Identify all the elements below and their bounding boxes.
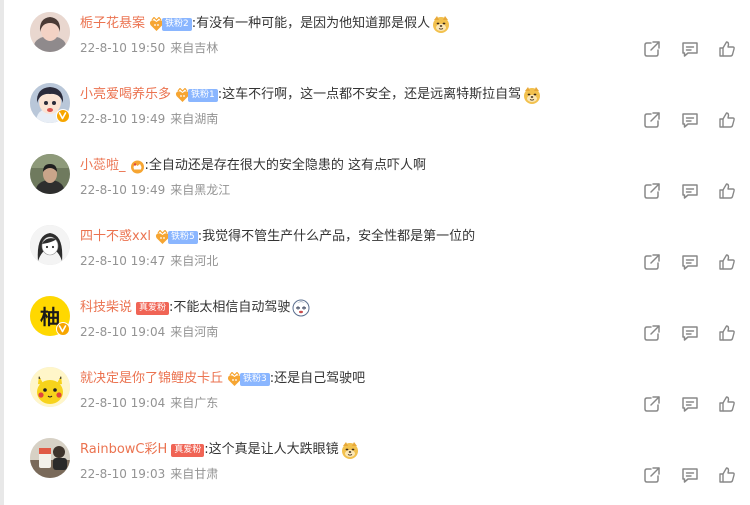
- comment-location: 来自黑龙江: [170, 183, 231, 197]
- comment-item: 就决定是你了锦鲤皮卡丘 铁粉3:还是自己驾驶吧 22-8-10 19:04 来自广东: [0, 355, 750, 426]
- comment-meta: 22-8-10 19:49 来自湖南: [80, 110, 218, 128]
- comment-text: :这车不行啊，这一点都不安全，还是远离特斯拉自驾: [217, 87, 522, 102]
- share-icon[interactable]: [642, 39, 662, 59]
- sketch-girl-avatar[interactable]: [30, 225, 70, 265]
- comment-date: 22-8-10 19:04: [80, 396, 166, 410]
- comment-location: 来自甘肃: [170, 467, 219, 481]
- reply-icon[interactable]: [680, 181, 700, 201]
- reply-icon[interactable]: [680, 39, 700, 59]
- like-icon[interactable]: [717, 181, 737, 201]
- reply-icon[interactable]: [680, 465, 700, 485]
- comment-actions: [642, 394, 742, 414]
- comment-date: 22-8-10 19:47: [80, 254, 166, 268]
- share-icon[interactable]: [642, 394, 662, 414]
- comment-header: RainbowC彩H 真爱粉:这个真是让人大跌眼镜: [80, 440, 359, 460]
- like-icon[interactable]: [717, 465, 737, 485]
- comment-item: 小蕊啦_ :全自动还是存在很大的安全隐患的 这有点吓人啊 22-8-10 19:49…: [0, 142, 750, 213]
- comment-location: 来自吉林: [170, 41, 219, 55]
- comment-header: 小亮爱喝养乐多 铁粉1:这车不行啊，这一点都不安全，还是远离特斯拉自驾: [80, 85, 541, 105]
- woman-avatar[interactable]: [30, 12, 70, 52]
- comment-text: :全自动还是存在很大的安全隐患的 这有点吓人啊: [144, 158, 427, 173]
- reply-icon[interactable]: [680, 394, 700, 414]
- share-icon[interactable]: [642, 181, 662, 201]
- like-icon[interactable]: [717, 252, 737, 272]
- comment-date: 22-8-10 19:04: [80, 325, 166, 339]
- fan-level-badge[interactable]: 铁粉5: [168, 230, 198, 244]
- true-fan-badge[interactable]: 真爱粉: [136, 301, 170, 315]
- fan-crown-icon: [130, 159, 145, 174]
- comment-text: :有没有一种可能，是因为他知道那是假人: [191, 16, 431, 31]
- person-avatar[interactable]: [30, 154, 70, 194]
- verified-badge-icon: [56, 109, 70, 123]
- reply-icon[interactable]: [680, 110, 700, 130]
- username[interactable]: 小蕊啦_: [80, 156, 126, 176]
- comment-location: 来自广东: [170, 396, 219, 410]
- comment-text: :不能太相信自动驾驶: [169, 300, 291, 315]
- comment-text: :还是自己驾驶吧: [269, 371, 366, 386]
- fan-level-badge[interactable]: 铁粉2: [162, 17, 192, 31]
- comment-item: 柚科技柴说 真爱粉:不能太相信自动驾驶 22-8-10 19:04 来自河南: [0, 284, 750, 355]
- username[interactable]: 科技柴说: [80, 298, 132, 318]
- pikachu-avatar[interactable]: [30, 367, 70, 407]
- comment-actions: [642, 252, 742, 272]
- comment-meta: 22-8-10 19:49 来自黑龙江: [80, 181, 230, 199]
- comment-location: 来自湖南: [170, 112, 219, 126]
- comment-location: 来自河北: [170, 254, 219, 268]
- verified-badge-icon: [56, 322, 70, 336]
- fan-level-badge[interactable]: 铁粉1: [188, 88, 218, 102]
- username[interactable]: RainbowC彩H: [80, 440, 167, 460]
- comment-actions: [642, 323, 742, 343]
- photo-avatar[interactable]: [30, 438, 70, 478]
- comment-item: 四十不惑xxl 铁粉5:我觉得不管生产什么产品，安全性都是第一位的 22-8-10 …: [0, 213, 750, 284]
- comment-meta: 22-8-10 19:50 来自吉林: [80, 39, 218, 57]
- reply-icon[interactable]: [680, 252, 700, 272]
- doge-emoji-icon: [432, 15, 450, 33]
- comment-text: :我觉得不管生产什么产品，安全性都是第一位的: [197, 229, 476, 244]
- comment-item: 小亮爱喝养乐多 铁粉1:这车不行啊，这一点都不安全，还是远离特斯拉自驾 22-8-1…: [0, 71, 750, 142]
- fan-level-badge[interactable]: 铁粉3: [240, 372, 270, 386]
- comment-actions: [642, 39, 742, 59]
- username[interactable]: 就决定是你了锦鲤皮卡丘: [80, 369, 223, 389]
- dizzy-emoji-icon: [292, 299, 310, 317]
- comment-meta: 22-8-10 19:04 来自河南: [80, 323, 218, 341]
- comment-header: 就决定是你了锦鲤皮卡丘 铁粉3:还是自己驾驶吧: [80, 369, 365, 389]
- like-icon[interactable]: [717, 323, 737, 343]
- comment-header: 科技柴说 真爱粉:不能太相信自动驾驶: [80, 298, 310, 318]
- reply-icon[interactable]: [680, 323, 700, 343]
- like-icon[interactable]: [717, 394, 737, 414]
- comment-item: 栀子花悬案 铁粉2:有没有一种可能，是因为他知道那是假人 22-8-10 19:50…: [0, 0, 750, 71]
- comment-meta: 22-8-10 19:47 来自河北: [80, 252, 218, 270]
- comment-date: 22-8-10 19:49: [80, 112, 166, 126]
- share-icon[interactable]: [642, 465, 662, 485]
- comment-item: RainbowC彩H 真爱粉:这个真是让人大跌眼镜 22-8-10 19:03 来自甘…: [0, 426, 750, 497]
- username[interactable]: 四十不惑xxl: [80, 227, 151, 247]
- like-icon[interactable]: [717, 39, 737, 59]
- like-icon[interactable]: [717, 110, 737, 130]
- username[interactable]: 栀子花悬案: [80, 14, 145, 34]
- comment-text: :这个真是让人大跌眼镜: [204, 442, 339, 457]
- comment-meta: 22-8-10 19:04 来自广东: [80, 394, 218, 412]
- comment-actions: [642, 110, 742, 130]
- comment-header: 小蕊啦_ :全自动还是存在很大的安全隐患的 这有点吓人啊: [80, 156, 426, 176]
- comment-date: 22-8-10 19:49: [80, 183, 166, 197]
- doge-emoji-icon: [341, 441, 359, 459]
- share-icon[interactable]: [642, 323, 662, 343]
- comment-actions: [642, 465, 742, 485]
- comment-meta: 22-8-10 19:03 来自甘肃: [80, 465, 218, 483]
- doge-emoji-icon: [523, 86, 541, 104]
- comment-actions: [642, 181, 742, 201]
- comment-header: 四十不惑xxl 铁粉5:我觉得不管生产什么产品，安全性都是第一位的: [80, 227, 475, 247]
- comment-location: 来自河南: [170, 325, 219, 339]
- share-icon[interactable]: [642, 252, 662, 272]
- comment-date: 22-8-10 19:03: [80, 467, 166, 481]
- username[interactable]: 小亮爱喝养乐多: [80, 85, 171, 105]
- true-fan-badge[interactable]: 真爱粉: [171, 443, 205, 457]
- share-icon[interactable]: [642, 110, 662, 130]
- comment-header: 栀子花悬案 铁粉2:有没有一种可能，是因为他知道那是假人: [80, 14, 450, 34]
- comment-list: 栀子花悬案 铁粉2:有没有一种可能，是因为他知道那是假人 22-8-10 19:50…: [0, 0, 750, 505]
- comment-date: 22-8-10 19:50: [80, 41, 166, 55]
